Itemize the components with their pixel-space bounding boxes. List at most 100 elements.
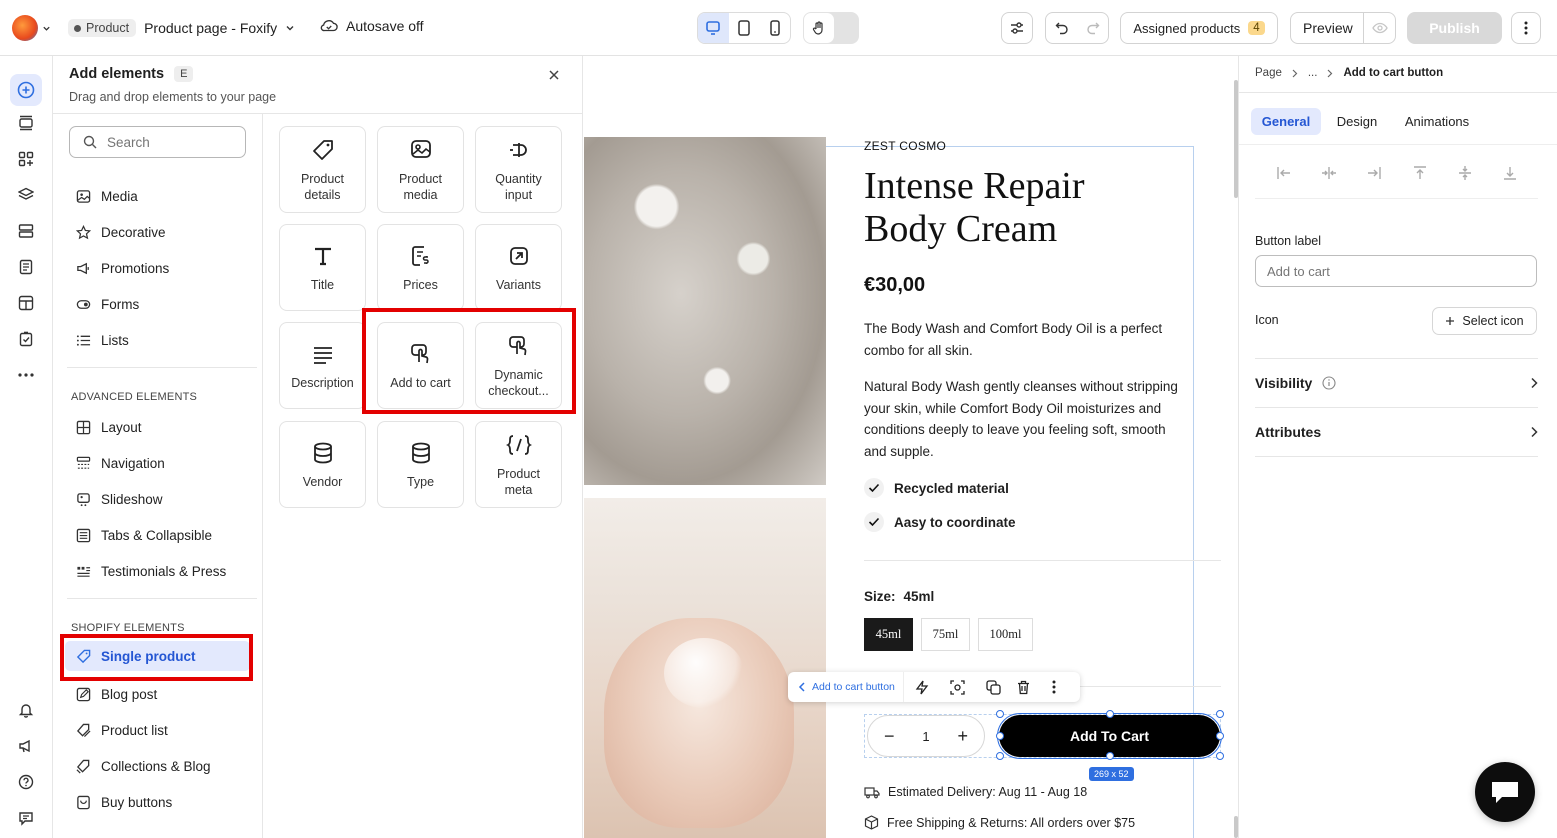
category-blog-post[interactable]: Blog post [53,679,262,709]
breadcrumb-ellipsis[interactable]: ... [1308,67,1318,79]
mobile-view-button[interactable] [759,13,790,43]
category-forms[interactable]: Forms [53,289,262,319]
apps-rail-button[interactable] [14,147,38,171]
notifications-rail-button[interactable] [14,698,38,722]
tile-quantity-input[interactable]: Quantity input [475,126,562,213]
resize-handle[interactable] [1216,732,1224,740]
resize-handle[interactable] [1216,710,1224,718]
size-option-45ml[interactable]: 45ml [864,618,913,651]
category-collections-blog[interactable]: Collections & Blog [53,751,262,781]
search-box[interactable] [69,126,246,158]
action-button[interactable] [904,680,940,695]
hand-tool-button[interactable] [803,12,859,44]
delete-button[interactable] [1012,680,1036,695]
chat-launcher-button[interactable] [1475,762,1535,822]
button-label-input[interactable] [1267,263,1517,279]
feedback-rail-button[interactable] [14,806,38,830]
sections-rail-button[interactable] [14,111,38,135]
resize-handle[interactable] [996,752,1004,760]
tile-variants[interactable]: Variants [475,224,562,311]
tile-add-to-cart[interactable]: Add to cart [377,322,464,409]
product-tag: Product [68,19,137,37]
category-decorative[interactable]: Decorative [53,217,262,247]
size-option-100ml[interactable]: 100ml [978,618,1033,651]
help-rail-button[interactable] [14,770,38,794]
close-panel-button[interactable] [547,68,563,84]
redo-button[interactable] [1077,13,1108,43]
align-center-h-icon[interactable] [1320,164,1338,182]
align-top-icon[interactable] [1411,164,1429,182]
tile-title[interactable]: Title [279,224,366,311]
align-right-icon[interactable] [1365,164,1383,182]
category-single-product[interactable]: Single product [65,641,250,671]
category-product-list[interactable]: Product list [53,715,262,745]
tab-design[interactable]: Design [1325,108,1389,135]
desktop-view-button[interactable] [698,13,729,43]
tab-general[interactable]: General [1251,108,1321,135]
quantity-value[interactable]: 1 [922,729,929,744]
resize-handle[interactable] [996,732,1004,740]
autosave-toggle[interactable]: Autosave off [320,18,424,34]
align-center-v-icon[interactable] [1456,164,1474,182]
announcements-rail-button[interactable] [14,734,38,758]
decrease-button[interactable]: − [884,727,895,745]
tile-prices[interactable]: Prices [377,224,464,311]
category-media[interactable]: Media [53,181,262,211]
assigned-products-button[interactable]: Assigned products 4 [1120,12,1278,44]
select-icon-button[interactable]: Select icon [1432,307,1537,335]
search-input[interactable] [107,134,227,150]
align-left-icon[interactable] [1275,164,1293,182]
category-lists[interactable]: Lists [53,325,262,355]
breadcrumb-page[interactable]: Page [1255,67,1282,79]
undo-button[interactable] [1046,13,1077,43]
more-menu-button[interactable] [1511,12,1541,44]
category-testimonials[interactable]: Testimonials & Press [53,556,262,586]
tile-description[interactable]: Description [279,322,366,409]
resize-handle[interactable] [1106,752,1114,760]
visibility-section[interactable]: Visibility [1255,369,1538,397]
category-buy-buttons[interactable]: Buy buttons [53,787,262,817]
align-bottom-icon[interactable] [1501,164,1519,182]
tab-animations[interactable]: Animations [1397,108,1477,135]
tile-product-details[interactable]: Product details [279,126,366,213]
tile-product-meta[interactable]: Product meta [475,421,562,508]
category-slideshow[interactable]: Slideshow [53,484,262,514]
ai-button[interactable] [940,679,976,695]
layout-rail-button[interactable] [14,291,38,315]
settings-button[interactable] [1001,12,1033,44]
checklist-rail-button[interactable] [14,327,38,351]
tile-vendor[interactable]: Vendor [279,421,366,508]
dot-icon [74,24,81,32]
pages-rail-button[interactable] [14,255,38,279]
duplicate-button[interactable] [976,679,1012,695]
publish-button[interactable]: Publish [1407,12,1502,44]
size-option-75ml[interactable]: 75ml [921,618,970,651]
parent-select-button[interactable]: Add to cart button [788,672,904,702]
category-tabs-collapsible[interactable]: Tabs & Collapsible [53,520,262,550]
tile-type[interactable]: Type [377,421,464,508]
duplicate-icon [986,679,1002,695]
more-actions-button[interactable] [1036,680,1072,694]
category-layout[interactable]: Layout [53,412,262,442]
product-image-1[interactable] [584,137,826,485]
app-logo[interactable] [12,14,52,42]
tile-product-media[interactable]: Product media [377,126,464,213]
resize-handle[interactable] [1106,710,1114,718]
add-elements-rail-button[interactable] [10,74,42,106]
templates-rail-button[interactable] [14,219,38,243]
preview-button[interactable]: Preview [1290,12,1396,44]
page-selector[interactable]: Product Product page - Foxify [68,16,295,40]
more-rail-button[interactable] [14,363,38,387]
attributes-section[interactable]: Attributes [1255,418,1538,446]
button-label-field[interactable] [1255,255,1537,287]
increase-button[interactable]: + [957,727,968,745]
category-promotions[interactable]: Promotions [53,253,262,283]
resize-handle[interactable] [996,710,1004,718]
resize-handle[interactable] [1216,752,1224,760]
tile-dynamic-checkout[interactable]: Dynamic checkout... [475,322,562,409]
layers-rail-button[interactable] [14,183,38,207]
product-image-2[interactable] [584,498,826,838]
add-to-cart-button[interactable]: Add To Cart [997,713,1222,759]
tablet-view-button[interactable] [729,13,760,43]
category-navigation[interactable]: Navigation [53,448,262,478]
